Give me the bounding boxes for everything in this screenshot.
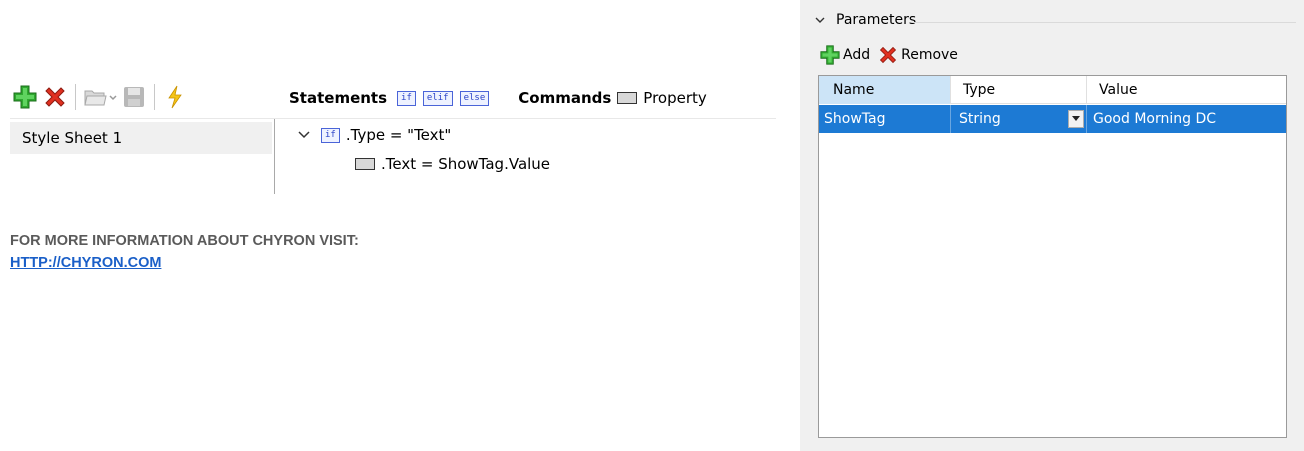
command-text: .Text = ShowTag.Value — [381, 155, 551, 173]
parameters-header[interactable]: Parameters — [814, 12, 916, 28]
add-parameter-button[interactable]: Add — [820, 45, 870, 65]
cell-type[interactable]: String — [951, 105, 1087, 133]
style-sheet-list: Style Sheet 1 — [10, 119, 275, 194]
type-dropdown-button[interactable] — [1068, 110, 1084, 128]
column-header-type[interactable]: Type — [951, 76, 1087, 104]
type-value: String — [959, 111, 1001, 127]
add-icon — [820, 45, 840, 65]
chevron-down-icon[interactable] — [297, 128, 311, 142]
dropdown-arrow-icon — [1072, 116, 1080, 121]
parameters-grid: Name Type Value ShowTag String Good Morn… — [818, 75, 1287, 438]
statements-bar: Statements if elif else Commands Propert… — [289, 86, 707, 110]
parameters-title: Parameters — [836, 12, 917, 28]
tree-node-command[interactable]: .Text = ShowTag.Value — [355, 153, 550, 175]
commands-label: Commands — [518, 89, 612, 107]
style-sheet-toolbar — [10, 82, 190, 112]
property-command-icon[interactable] — [617, 92, 638, 104]
cell-name[interactable]: ShowTag — [819, 105, 951, 133]
toolbar-separator — [154, 84, 155, 110]
property-icon — [355, 158, 375, 170]
save-icon[interactable] — [119, 82, 149, 112]
if-keyword-button[interactable]: if — [397, 90, 416, 106]
else-keyword-button[interactable]: else — [459, 90, 490, 106]
delete-icon[interactable] — [40, 82, 70, 112]
chevron-down-icon[interactable] — [814, 14, 826, 26]
elif-keyword-button[interactable]: elif — [422, 90, 453, 106]
add-icon[interactable] — [10, 82, 40, 112]
grid-header: Name Type Value — [819, 76, 1286, 104]
if-keyword-icon: if — [321, 127, 340, 143]
cell-value[interactable]: Good Morning DC — [1087, 105, 1286, 133]
style-sheet-item[interactable]: Style Sheet 1 — [10, 122, 272, 154]
divider — [912, 22, 1296, 23]
tree-node-if[interactable]: if .Type = "Text" — [297, 124, 451, 146]
info-text: FOR MORE INFORMATION ABOUT CHYRON VISIT:… — [10, 230, 359, 274]
column-header-name[interactable]: Name — [819, 76, 951, 104]
table-row[interactable]: ShowTag String Good Morning DC — [819, 105, 1286, 133]
add-label: Add — [843, 47, 871, 63]
toolbar-separator — [75, 84, 76, 110]
chyron-link[interactable]: HTTP://CHYRON.COM — [10, 255, 161, 271]
column-header-value[interactable]: Value — [1087, 76, 1286, 104]
delete-icon — [880, 46, 897, 64]
property-command-label[interactable]: Property — [643, 89, 706, 107]
open-folder-icon[interactable] — [81, 82, 119, 112]
statements-label: Statements — [289, 89, 388, 107]
lightning-icon[interactable] — [160, 82, 190, 112]
condition-text: .Type = "Text" — [345, 126, 452, 144]
parameters-actions: Add Remove — [820, 45, 966, 65]
remove-parameter-button[interactable]: Remove — [878, 45, 958, 65]
info-line: FOR MORE INFORMATION ABOUT CHYRON VISIT: — [10, 233, 359, 249]
remove-label: Remove — [901, 47, 958, 63]
parameters-panel: Parameters Add Remove Name Type Value Sh… — [800, 0, 1304, 451]
